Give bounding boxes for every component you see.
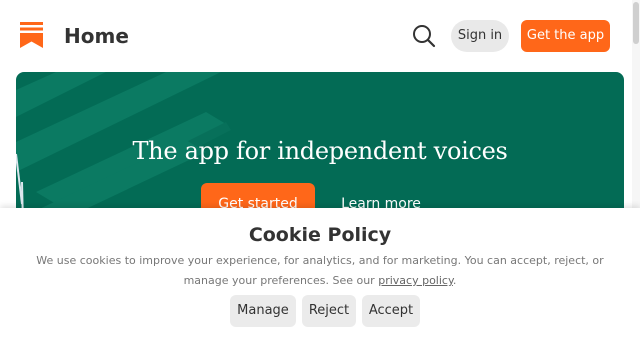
- cookie-banner: Cookie Policy We use cookies to improve …: [0, 208, 640, 341]
- privacy-policy-link[interactable]: privacy policy: [378, 274, 453, 287]
- get-the-app-button[interactable]: Get the app: [521, 20, 610, 52]
- cookie-description: We use cookies to improve your experienc…: [14, 251, 626, 291]
- page-title: Home: [64, 24, 129, 48]
- accept-cookies-button[interactable]: Accept: [362, 295, 420, 327]
- cookie-text: We use cookies to improve your experienc…: [36, 254, 604, 287]
- scrollbar-thumb[interactable]: [633, 2, 639, 44]
- search-icon: [413, 25, 436, 48]
- bookmark-logo-icon[interactable]: [20, 22, 43, 48]
- cookie-title: Cookie Policy: [248, 224, 392, 246]
- reject-cookies-button[interactable]: Reject: [302, 295, 356, 327]
- search-button[interactable]: [410, 22, 438, 50]
- manage-cookies-button[interactable]: Manage: [230, 295, 296, 327]
- cookie-text-end: .: [452, 274, 457, 287]
- sign-in-button[interactable]: Sign in: [451, 20, 509, 52]
- top-header: Home Sign in Get the app: [0, 0, 640, 72]
- hero-headline: The app for independent voices: [132, 137, 508, 165]
